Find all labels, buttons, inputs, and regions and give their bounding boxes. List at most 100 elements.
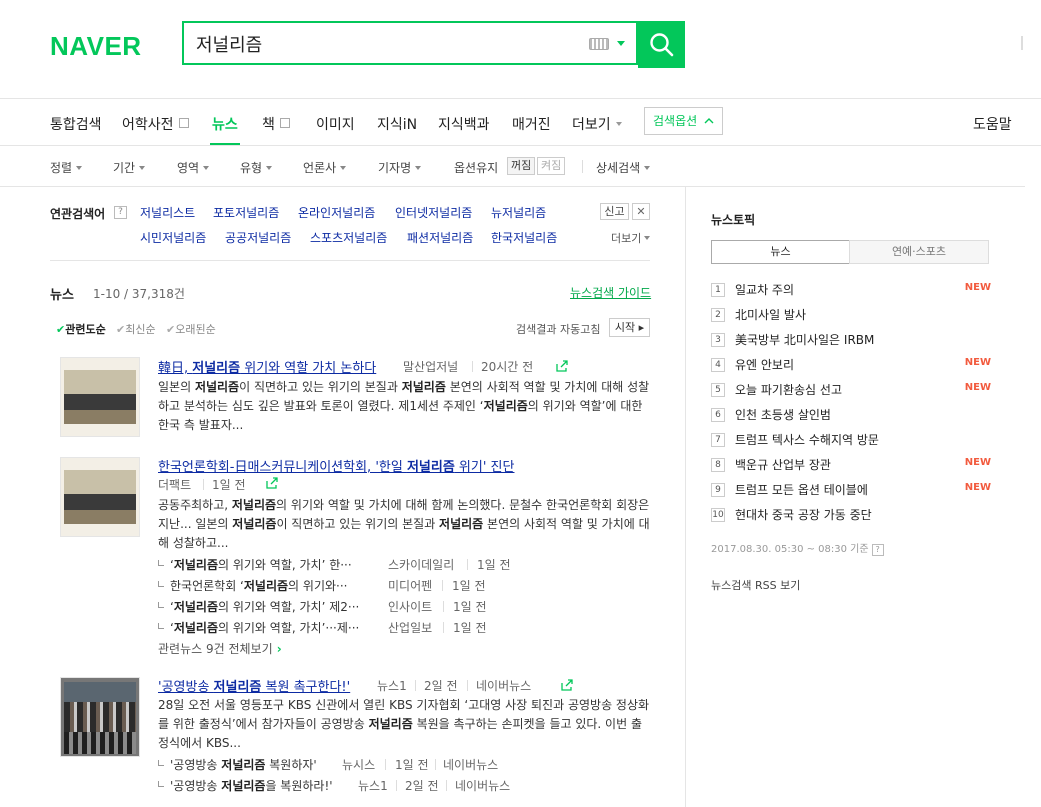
naver-news-link[interactable]: 네이버뉴스 [443,756,498,773]
keyboard-icon[interactable] [589,38,609,50]
news-headline[interactable]: 한국언론학회-日매스커뮤니케이션학회, '한일 저널리즘 위기' 진단 [158,456,514,475]
related-search-item[interactable]: 스포츠저널리즘 [310,229,387,246]
news-headline[interactable]: 韓日, 저널리즘 위기와 역할 가치 논하다 [158,357,376,376]
related-news-item[interactable]: ‘저널리즘의 위기와 역할, 가치’ 제2··· [158,598,359,615]
rss-link[interactable]: 뉴스검색 RSS 보기 [711,577,800,593]
news-source[interactable]: 산업일보 [388,619,432,636]
tab-dictionary[interactable]: 어학사전 [122,114,189,134]
topic-item[interactable]: 8 백운규 산업부 장관 NEW [711,456,991,474]
tab-image[interactable]: 이미지 [316,114,355,134]
related-news-item[interactable]: ‘저널리즘의 위기와 역할, 가치’···제··· [158,619,359,636]
filter-press[interactable]: 언론사 [303,159,347,176]
news-source[interactable]: 인사이트 [388,598,432,615]
related-news-item[interactable]: ‘저널리즘의 위기와 역할, 가치’ 한··· [158,556,352,573]
search-options-button[interactable]: 검색옵션 [644,107,723,135]
news-source[interactable]: 뉴시스 [342,756,375,773]
result-count: 1-10 / 37,318건 [93,287,185,301]
topic-item[interactable]: 1 일교차 주의 NEW [711,281,991,299]
sort-oldest[interactable]: ✔오래된순 [166,321,216,337]
related-searches-title: 연관검색어 [50,207,106,221]
topic-time-range: 2017.08.30. 05:30 ~ 08:30 기준? [711,540,884,556]
related-news-item[interactable]: '공영방송 저널리즘을 복원하라!' [158,777,333,794]
option-keep-on-toggle[interactable]: 켜짐 [537,157,566,175]
naver-news-link[interactable]: 네이버뉴스 [455,777,510,794]
topic-title: 트럼프 텍사스 수해지역 방문 [735,433,879,447]
filter-type[interactable]: 유형 [240,159,273,176]
dropdown-caret-icon[interactable] [617,41,625,46]
filter-sort[interactable]: 정렬 [50,159,83,176]
topic-item[interactable]: 3 美국방부 北미사일은 IRBM [711,331,991,349]
topic-item[interactable]: 10 현대차 중국 공장 가동 중단 [711,506,991,524]
auto-correct-start-button[interactable]: 시작 ▸ [609,318,650,337]
divider [396,780,397,791]
share-icon[interactable] [556,360,569,372]
related-more-button[interactable]: 더보기 [611,230,651,246]
tab-integrated[interactable]: 통합검색 [50,114,102,134]
divider [582,160,583,173]
related-search-item[interactable]: 공공저널리즘 [225,229,291,246]
related-search-item[interactable]: 시민저널리즘 [140,229,206,246]
chevron-up-icon [704,118,714,124]
help-icon[interactable]: ? [114,206,127,219]
divider [443,622,444,633]
news-source[interactable]: 뉴스1 [377,677,407,694]
news-source[interactable]: 뉴스1 [358,777,388,794]
news-source[interactable]: 미디어펜 [388,577,432,594]
related-search-item[interactable]: 뉴저널리즘 [491,204,546,221]
option-keep-off-toggle[interactable]: 꺼짐 [507,157,536,175]
news-source[interactable]: 말산업저널 [403,358,458,375]
sort-relevance[interactable]: ✔관련도순 [56,321,106,337]
help-icon[interactable]: ? [871,544,884,556]
share-icon[interactable] [266,477,279,489]
filter-reporter[interactable]: 기자명 [378,159,422,176]
related-search-item[interactable]: 포토저널리즘 [213,204,279,221]
news-time: 1일 전 [477,558,511,572]
topic-tab-entertainment-sports[interactable]: 연예·스포츠 [849,240,989,264]
filter-detail-search[interactable]: 상세검색 [596,159,651,176]
topic-item[interactable]: 7 트럼프 텍사스 수해지역 방문 [711,431,991,449]
help-link[interactable]: 도움말 [973,114,1012,134]
news-topic-title: 뉴스토픽 [711,213,756,227]
divider [0,145,1041,146]
summary-text: 이 직면하고 있는 위기의 본질과 [276,517,440,531]
filter-area[interactable]: 영역 [177,159,210,176]
close-icon[interactable]: ✕ [632,203,650,220]
tab-magazine[interactable]: 매거진 [512,114,551,134]
share-icon[interactable] [561,679,574,691]
news-thumbnail[interactable] [60,357,140,437]
related-search-item[interactable]: 인터넷저널리즘 [395,204,472,221]
naver-news-link[interactable]: 네이버뉴스 [476,677,531,694]
report-button[interactable]: 신고 [600,203,629,220]
news-time: 1일 전 [453,621,487,635]
tab-encyclopedia[interactable]: 지식백과 [438,114,490,134]
tab-book[interactable]: 책 [262,114,290,134]
topic-tab-news[interactable]: 뉴스 [711,240,850,264]
topic-item[interactable]: 9 트럼프 모든 옵션 테이블에 NEW [711,481,991,499]
news-source[interactable]: 스카이데일리 [388,556,454,573]
filter-period[interactable]: 기간 [113,159,146,176]
news-search-guide-link[interactable]: 뉴스검색 가이드 [570,284,651,301]
news-thumbnail[interactable] [60,677,140,757]
news-thumbnail[interactable] [60,457,140,537]
related-news-all-link[interactable]: 관련뉴스 9건 전체보기 › [158,640,282,657]
related-news-item[interactable]: '공영방송 저널리즘 복원하자' [158,756,317,773]
related-search-item[interactable]: 패션저널리즘 [407,229,473,246]
related-search-item[interactable]: 온라인저널리즘 [298,204,375,221]
tab-kin[interactable]: 지식iN [377,114,417,134]
search-button[interactable] [638,21,685,68]
naver-logo[interactable]: NAVER [50,31,142,62]
topic-item[interactable]: 5 오늘 파기환송심 선고 NEW [711,381,991,399]
related-search-item[interactable]: 한국저널리즘 [491,229,557,246]
tab-more[interactable]: 더보기 [572,114,622,134]
sort-latest[interactable]: ✔최신순 [116,321,156,337]
related-news-item[interactable]: 한국언론학회 ‘저널리즘의 위기와··· [158,577,347,594]
news-headline[interactable]: '공영방송 저널리즘 복원 촉구한다!' [158,676,350,695]
topic-item[interactable]: 4 유엔 안보리 NEW [711,356,991,374]
tab-news[interactable]: 뉴스 [212,114,238,134]
related-search-item[interactable]: 저널리스트 [140,204,195,221]
search-input[interactable] [194,30,578,58]
news-source[interactable]: 더팩트 [158,476,191,493]
topic-rank: 7 [711,433,725,447]
topic-item[interactable]: 6 인천 초등생 살인범 [711,406,991,424]
topic-item[interactable]: 2 北미사일 발사 [711,306,991,324]
